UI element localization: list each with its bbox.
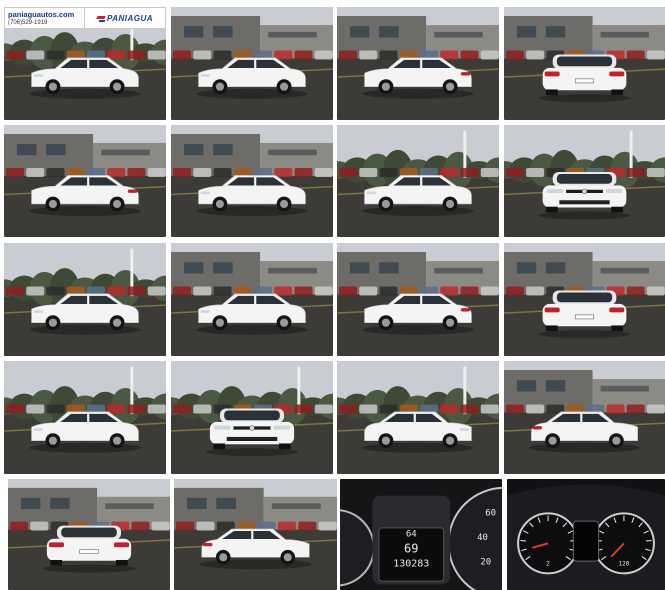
speedo-tick-label: 40 [477,533,488,543]
gallery-photo[interactable] [171,243,333,356]
dealer-contact: paniaguautos.com (706)529-1919 [4,7,84,29]
tachometer-label: 2 [546,561,550,568]
gallery-photo[interactable] [504,125,665,237]
gallery-photo[interactable] [504,7,665,120]
gallery-photo[interactable] [4,243,166,356]
gallery-photo[interactable] [174,479,337,590]
speedo-tick-label: 60 [485,509,496,519]
dealer-phone: (706)529-1919 [8,19,48,26]
dealer-banner: paniaguautos.com (706)529-1919 PANIAGUA [4,7,166,29]
gallery-photo[interactable]: 64 69 130283 60 40 20 [340,479,502,590]
gallery-photo[interactable] [504,361,665,474]
gallery-photo[interactable] [337,125,499,237]
dealer-website: paniaguautos.com [8,9,75,19]
temperature-readout: 64 [406,530,417,540]
dealer-logo: PANIAGUA [84,7,166,29]
odometer-readout: 130283 [393,559,429,570]
gallery-photo[interactable] [337,243,499,356]
photo-gallery: 64 69 130283 60 40 20 2 120 [0,0,665,590]
dealer-logo-text: PANIAGUA [97,14,153,23]
gallery-photo[interactable] [8,479,170,590]
gallery-photo[interactable] [171,361,333,474]
gallery-photo[interactable] [4,125,166,237]
gallery-photo[interactable] [337,7,499,120]
speedometer-label: 120 [618,561,629,568]
speed-readout: 69 [404,541,418,555]
speedo-tick-label: 20 [480,557,491,567]
gallery-photo[interactable] [171,7,333,120]
gallery-photo[interactable] [337,361,499,474]
gallery-photo[interactable] [4,361,166,474]
gallery-photo[interactable] [504,243,665,356]
gallery-photo[interactable] [171,125,333,237]
gallery-photo[interactable]: 2 120 [507,479,665,590]
